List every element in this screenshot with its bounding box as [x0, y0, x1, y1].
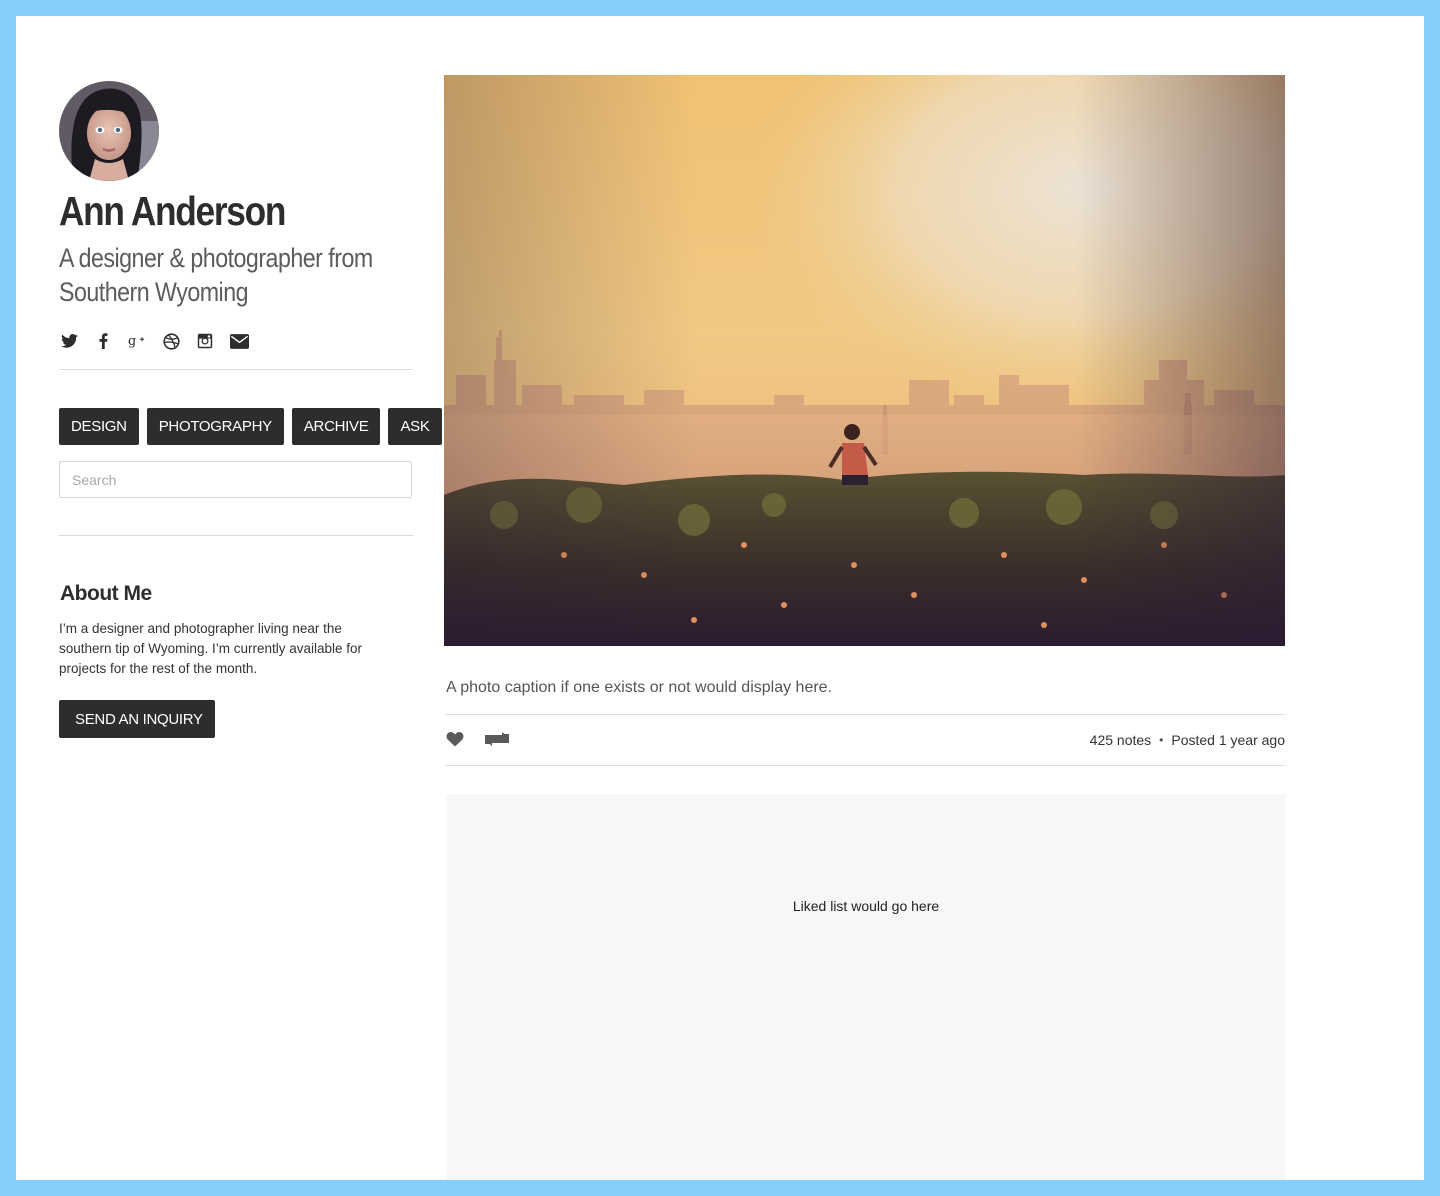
liked-list: Liked list would go here [446, 794, 1286, 1180]
post-photo[interactable] [444, 75, 1285, 646]
instagram-icon[interactable] [195, 331, 215, 351]
search-input[interactable] [59, 461, 412, 498]
google-plus-icon[interactable]: g [127, 331, 147, 351]
facebook-icon[interactable] [93, 331, 113, 351]
svg-text:g: g [128, 334, 136, 349]
email-icon[interactable] [229, 331, 249, 351]
reblog-icon[interactable] [482, 729, 512, 749]
sidebar-nav: DESIGN PHOTOGRAPHY ARCHIVE ASK [59, 408, 442, 445]
meta-separator: • [1159, 733, 1164, 747]
profile-tagline: A designer & photographer from Southern … [59, 241, 389, 309]
post-caption: A photo caption if one exists or not wou… [446, 679, 833, 696]
liked-list-placeholder: Liked list would go here [792, 898, 940, 914]
tagline-line-1: A designer & photographer from [59, 243, 373, 273]
post-meta: 425 notes • Posted 1 year ago [1090, 732, 1285, 748]
post-actions [446, 727, 512, 751]
heart-icon[interactable] [446, 731, 464, 747]
nav-ask-button[interactable]: ASK [388, 408, 442, 445]
send-inquiry-button[interactable]: SEND AN INQUIRY [59, 700, 215, 738]
about-title: About Me [60, 582, 152, 605]
notes-count[interactable]: 425 notes [1090, 732, 1152, 748]
twitter-icon[interactable] [59, 331, 79, 351]
post-meta-divider [445, 765, 1285, 766]
tagline-line-2: Southern Wyoming [59, 277, 249, 307]
page: Ann Anderson A designer & photographer f… [16, 16, 1424, 1180]
social-links: g [59, 329, 413, 353]
nav-photography-button[interactable]: PHOTOGRAPHY [146, 408, 284, 445]
nav-design-button[interactable]: DESIGN [59, 408, 139, 445]
sidebar: Ann Anderson A designer & photographer f… [59, 81, 442, 738]
sidebar-divider [59, 369, 413, 370]
dribbble-icon[interactable] [161, 331, 181, 351]
avatar[interactable] [59, 81, 159, 181]
about-text: I’m a designer and photographer living n… [59, 621, 363, 676]
post-meta-divider [445, 714, 1285, 715]
sidebar-divider [59, 535, 413, 536]
nav-archive-button[interactable]: ARCHIVE [291, 408, 381, 445]
post-timestamp[interactable]: Posted 1 year ago [1171, 732, 1285, 748]
profile-name: Ann Anderson [59, 188, 286, 234]
